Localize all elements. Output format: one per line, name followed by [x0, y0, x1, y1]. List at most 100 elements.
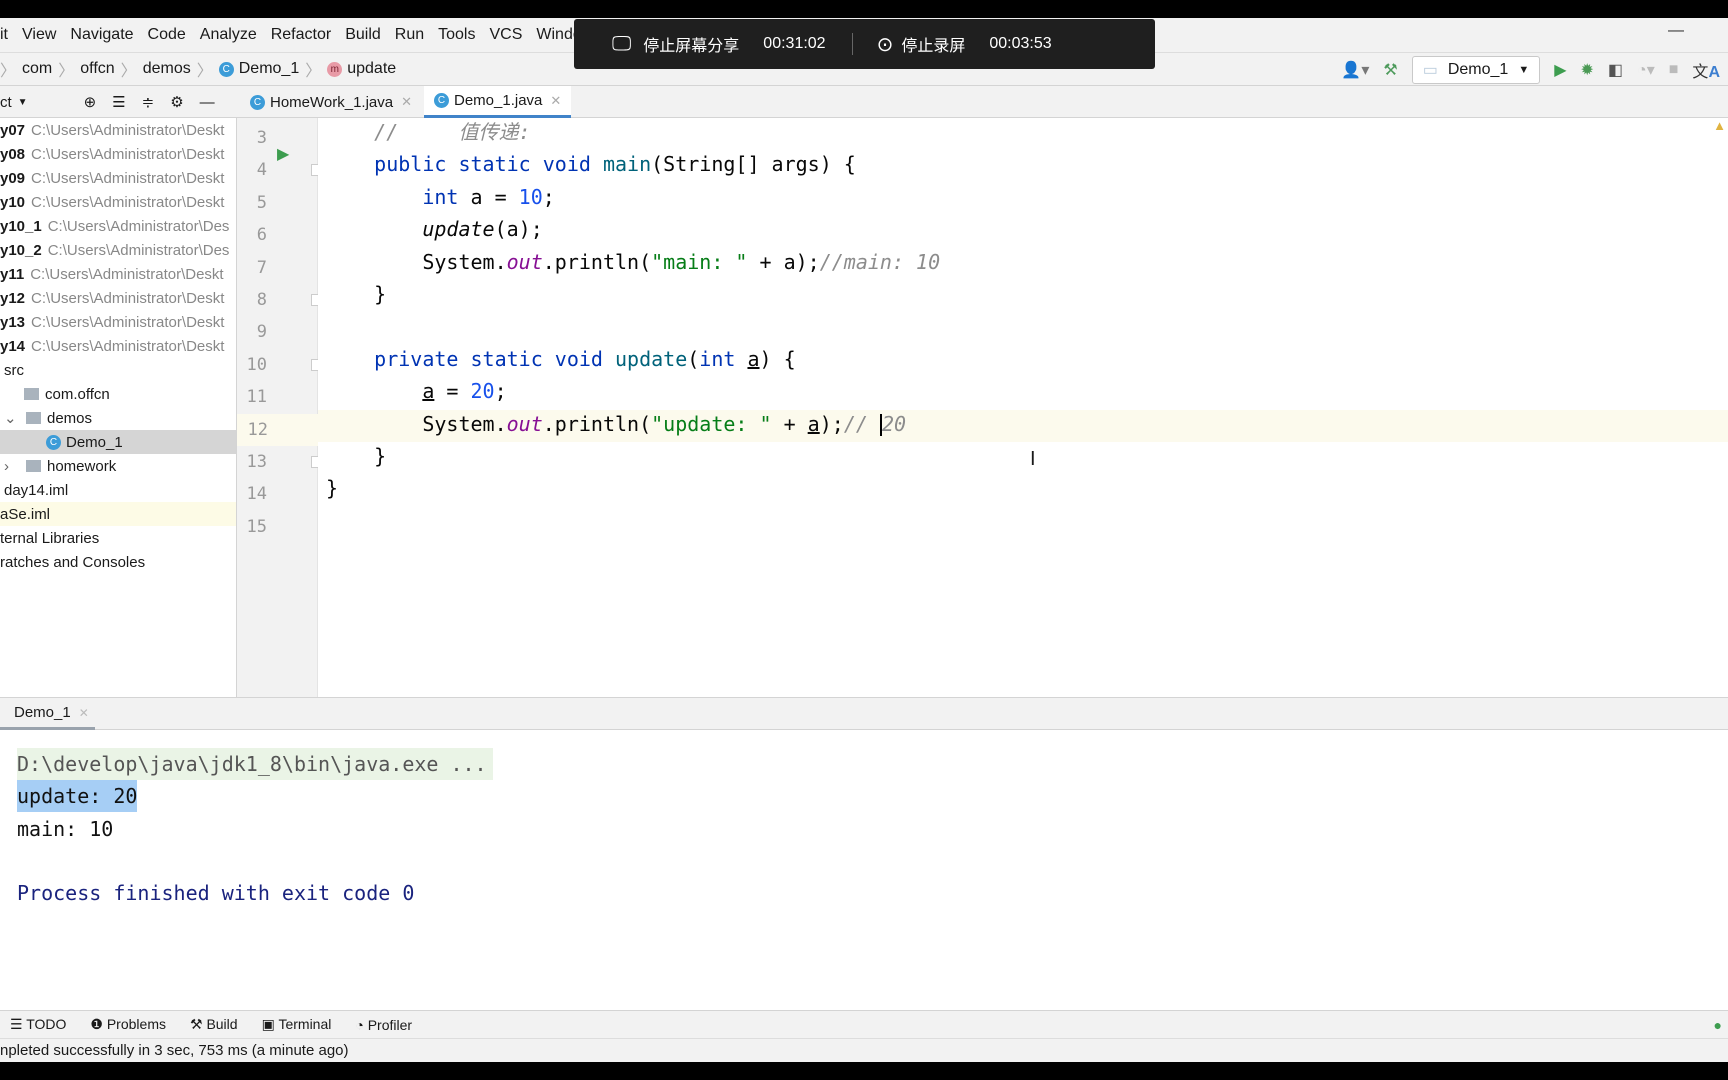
code-token: out	[506, 249, 543, 274]
tab-label: HomeWork_1.java	[270, 93, 394, 111]
code-editor[interactable]: ▲ I // 值传递: public static void main(Stri…	[318, 118, 1728, 715]
tree-item[interactable]: com.offcn	[0, 382, 236, 406]
locate-icon[interactable]: ⊕	[84, 93, 97, 111]
menu-code[interactable]: Code	[148, 26, 186, 44]
code-line: System.out.println("main: " + a);//main:…	[326, 246, 940, 278]
run-tab-demo-1[interactable]: Demo_1 ✕	[0, 698, 95, 730]
menu-navigate[interactable]: Navigate	[70, 26, 133, 44]
tab-demo-1[interactable]: C Demo_1.java ✕	[424, 86, 572, 118]
code-token: //main: 10	[819, 249, 941, 274]
console-command: D:\develop\java\jdk1_8\bin\java.exe ...	[17, 748, 493, 780]
tree-module[interactable]: y07 C:\Users\Administrator\Deskt	[0, 118, 236, 142]
editor-gutter: ▶ 3 4 5 6 7 8 9 10 11 12 13 14 15	[237, 118, 323, 715]
debug-icon[interactable]: ✹	[1581, 60, 1594, 80]
run-icon[interactable]: ▶	[1554, 60, 1566, 80]
run-tool-tabs: Demo_1 ✕	[0, 697, 1728, 730]
menu-refactor[interactable]: Refactor	[271, 26, 331, 44]
code-token: out	[506, 411, 543, 436]
menu-analyze[interactable]: Analyze	[200, 26, 257, 44]
crumb-demos[interactable]: demos	[143, 60, 191, 78]
tree-module[interactable]: y11 C:\Users\Administrator\Deskt	[0, 262, 236, 286]
tree-item-label: ratches and Consoles	[0, 553, 146, 571]
translate-icon[interactable]: 文A	[1692, 58, 1720, 82]
menu-edit[interactable]: it	[0, 26, 8, 44]
line-number: 12	[237, 413, 318, 446]
tree-item-label: homework	[47, 457, 117, 475]
close-icon[interactable]: ✕	[401, 94, 412, 110]
config-icon: ▭	[1422, 62, 1438, 79]
module-path: C:\Users\Administrator\Deskt	[31, 121, 225, 139]
expand-all-icon[interactable]: ☰	[112, 93, 125, 111]
menu-view[interactable]: View	[22, 26, 56, 44]
tree-module[interactable]: y10 C:\Users\Administrator\Deskt	[0, 190, 236, 214]
tree-item[interactable]: src	[0, 358, 236, 382]
tree-module[interactable]: y12 C:\Users\Administrator\Deskt	[0, 286, 236, 310]
crumb-com[interactable]: com	[22, 60, 52, 78]
gear-icon[interactable]: ⚙	[170, 93, 183, 111]
tree-item[interactable]: › homework	[0, 454, 236, 478]
code-line: int a = 10;	[326, 181, 554, 213]
tool-problems[interactable]: ❶ Problems	[90, 1016, 166, 1033]
code-token: .println(	[542, 249, 652, 274]
crumb-class[interactable]: Demo_1	[239, 60, 299, 78]
module-path: C:\Users\Administrator\Deskt	[31, 145, 225, 163]
code-line: System.out.println("update: " + a);// 20	[326, 408, 906, 440]
tree-module[interactable]: y08 C:\Users\Administrator\Deskt	[0, 142, 236, 166]
line-number: 6	[256, 225, 267, 246]
project-view-select[interactable]: ct	[0, 94, 12, 111]
code-token: public static void	[374, 152, 603, 177]
class-icon: C	[250, 94, 265, 110]
crumb-method[interactable]: update	[347, 60, 396, 78]
tool-terminal[interactable]: ▣ Terminal	[262, 1016, 332, 1033]
code-token: update	[615, 346, 688, 371]
tree-item[interactable]: day14.iml	[0, 478, 236, 502]
build-hammer-icon[interactable]: ⚒	[1383, 60, 1397, 80]
code-token: "update: "	[651, 411, 772, 436]
tool-profiler[interactable]: ◔ Profiler	[355, 1017, 412, 1033]
tab-homework-1[interactable]: C HomeWork_1.java ✕	[240, 86, 422, 118]
tab-label: Demo_1.java	[454, 92, 543, 109]
tree-module[interactable]: y09 C:\Users\Administrator\Deskt	[0, 166, 236, 190]
menu-vcs[interactable]: VCS	[489, 26, 522, 44]
collapse-all-icon[interactable]: ≑	[142, 93, 155, 111]
module-path: C:\Users\Administrator\Des	[47, 217, 230, 235]
code-token: (String[] args) {	[651, 152, 856, 177]
tree-item[interactable]: aSe.iml	[0, 502, 236, 526]
coverage-icon[interactable]: ◧	[1608, 60, 1623, 80]
stop-recording-button[interactable]: 停止录屏	[901, 32, 965, 56]
hide-icon[interactable]: —	[200, 94, 215, 111]
stop-icon[interactable]: ■	[1669, 61, 1679, 79]
close-icon[interactable]: ✕	[79, 706, 89, 720]
expand-arrow-icon[interactable]: ›	[4, 458, 24, 475]
user-icon[interactable]: 👤▾	[1341, 60, 1369, 80]
tool-build[interactable]: ⚒ Build	[190, 1016, 238, 1033]
tree-item[interactable]: ternal Libraries	[0, 526, 236, 550]
console-output-line: main: 10	[17, 817, 114, 841]
tree-module[interactable]: y13 C:\Users\Administrator\Deskt	[0, 310, 236, 334]
warning-icon[interactable]: ▲	[1713, 118, 1726, 133]
tree-module[interactable]: y10_2 C:\Users\Administrator\Des	[0, 238, 236, 262]
crumb-offcn[interactable]: offcn	[80, 60, 114, 78]
run-gutter-icon[interactable]: ▶	[277, 144, 289, 164]
tree-module[interactable]: y10_1 C:\Users\Administrator\Des	[0, 214, 236, 238]
menu-run[interactable]: Run	[395, 26, 424, 44]
tree-module[interactable]: y14 C:\Users\Administrator\Deskt	[0, 334, 236, 358]
stop-share-button[interactable]: 停止屏幕分享	[643, 32, 739, 56]
class-icon: C	[46, 434, 61, 450]
event-log-icon[interactable]: ●	[1714, 1017, 1722, 1033]
profiler-icon[interactable]: ◔▾	[1637, 60, 1655, 80]
code-line: }	[326, 472, 338, 504]
menu-build[interactable]: Build	[345, 26, 381, 44]
close-icon[interactable]: ✕	[550, 93, 561, 109]
tool-todo[interactable]: ☰ TODO	[10, 1016, 66, 1033]
tree-item[interactable]: ⌄ demos	[0, 406, 236, 430]
menu-tools[interactable]: Tools	[438, 26, 475, 44]
run-config-select[interactable]: ▭ Demo_1 ▼	[1411, 56, 1541, 84]
tree-item[interactable]: C Demo_1	[0, 430, 236, 454]
tree-item[interactable]: ratches and Consoles	[0, 550, 236, 574]
run-console[interactable]: D:\develop\java\jdk1_8\bin\java.exe ... …	[0, 730, 1728, 1010]
minimize-icon[interactable]: —	[1668, 22, 1684, 40]
module-path: C:\Users\Administrator\Des	[47, 241, 230, 259]
expand-arrow-icon[interactable]: ⌄	[4, 409, 24, 427]
